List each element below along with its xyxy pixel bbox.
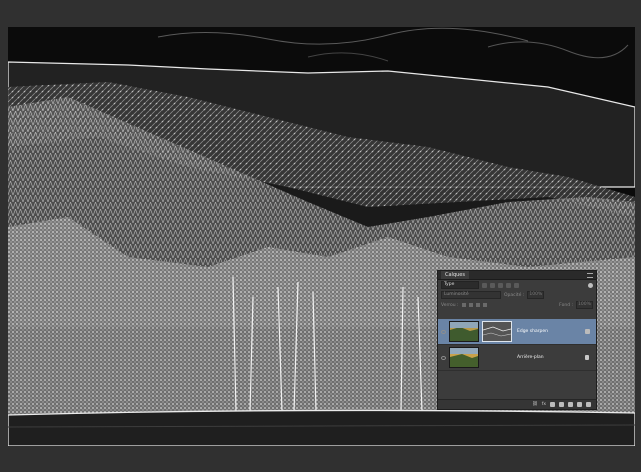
blend-mode-select[interactable]: Luminosité bbox=[441, 291, 501, 299]
fx-button[interactable]: fx bbox=[542, 402, 546, 407]
landscape-thumbnail-icon bbox=[450, 348, 478, 367]
eye-icon[interactable] bbox=[441, 355, 446, 360]
filter-adjustment-icon[interactable] bbox=[490, 282, 495, 288]
lock-all-icon[interactable] bbox=[482, 303, 487, 307]
edge-thumbnail-icon bbox=[483, 322, 511, 341]
layer-row-edge-sharpen[interactable]: Edge sharpen bbox=[438, 319, 596, 345]
filter-pixel-icon[interactable] bbox=[482, 282, 487, 288]
lock-icon bbox=[585, 355, 589, 360]
adjustment-layer-icon[interactable] bbox=[559, 402, 564, 407]
layer-filter-row: Type bbox=[438, 280, 596, 290]
layers-panel-footer: ⛓ fx bbox=[438, 399, 596, 409]
add-mask-icon[interactable] bbox=[550, 402, 555, 407]
landscape-thumbnail-icon bbox=[450, 322, 478, 341]
filter-smart-object-icon[interactable] bbox=[514, 282, 519, 288]
lock-position-icon[interactable] bbox=[475, 303, 480, 307]
fill-input[interactable]: 100% bbox=[576, 301, 593, 309]
lock-label: Verrou : bbox=[441, 302, 459, 308]
fill-label: Fond : bbox=[559, 302, 573, 308]
lock-image-icon[interactable] bbox=[468, 303, 473, 307]
lock-transparency-icon[interactable] bbox=[461, 303, 466, 307]
opacity-input[interactable]: 100% bbox=[527, 291, 545, 299]
filter-toggle-icon[interactable] bbox=[588, 282, 593, 288]
lock-fill-row: Verrou : Fond : 100% bbox=[438, 300, 596, 310]
opacity-label: Opacité : bbox=[504, 292, 525, 298]
smart-object-icon bbox=[585, 329, 590, 334]
layer-row-background[interactable]: Arrière-plan bbox=[438, 345, 596, 371]
smart-filter-thumbnail bbox=[482, 321, 512, 342]
layers-panel[interactable]: Calques Type Luminosité Opacité : 100% V… bbox=[437, 270, 597, 410]
layer-list: Edge sharpen Arrière-plan bbox=[438, 319, 596, 371]
filter-kind-select[interactable]: Type bbox=[441, 281, 479, 289]
filter-shape-icon[interactable] bbox=[506, 282, 511, 288]
new-group-icon[interactable] bbox=[568, 402, 573, 407]
eye-icon[interactable] bbox=[441, 329, 446, 334]
filter-type-icon[interactable] bbox=[498, 282, 503, 288]
layer-thumbnail bbox=[449, 321, 479, 342]
blend-opacity-row: Luminosité Opacité : 100% bbox=[438, 290, 596, 300]
layer-name[interactable]: Edge sharpen bbox=[515, 329, 582, 334]
link-layers-icon[interactable]: ⛓ bbox=[532, 402, 538, 407]
new-layer-icon[interactable] bbox=[577, 402, 582, 407]
layer-thumbnail bbox=[449, 347, 479, 368]
hamburger-menu-icon[interactable] bbox=[587, 272, 593, 278]
trash-icon[interactable] bbox=[586, 402, 591, 407]
layers-panel-header: Calques bbox=[438, 271, 596, 280]
layers-tab[interactable]: Calques bbox=[441, 271, 469, 279]
layer-name[interactable]: Arrière-plan bbox=[515, 355, 582, 360]
